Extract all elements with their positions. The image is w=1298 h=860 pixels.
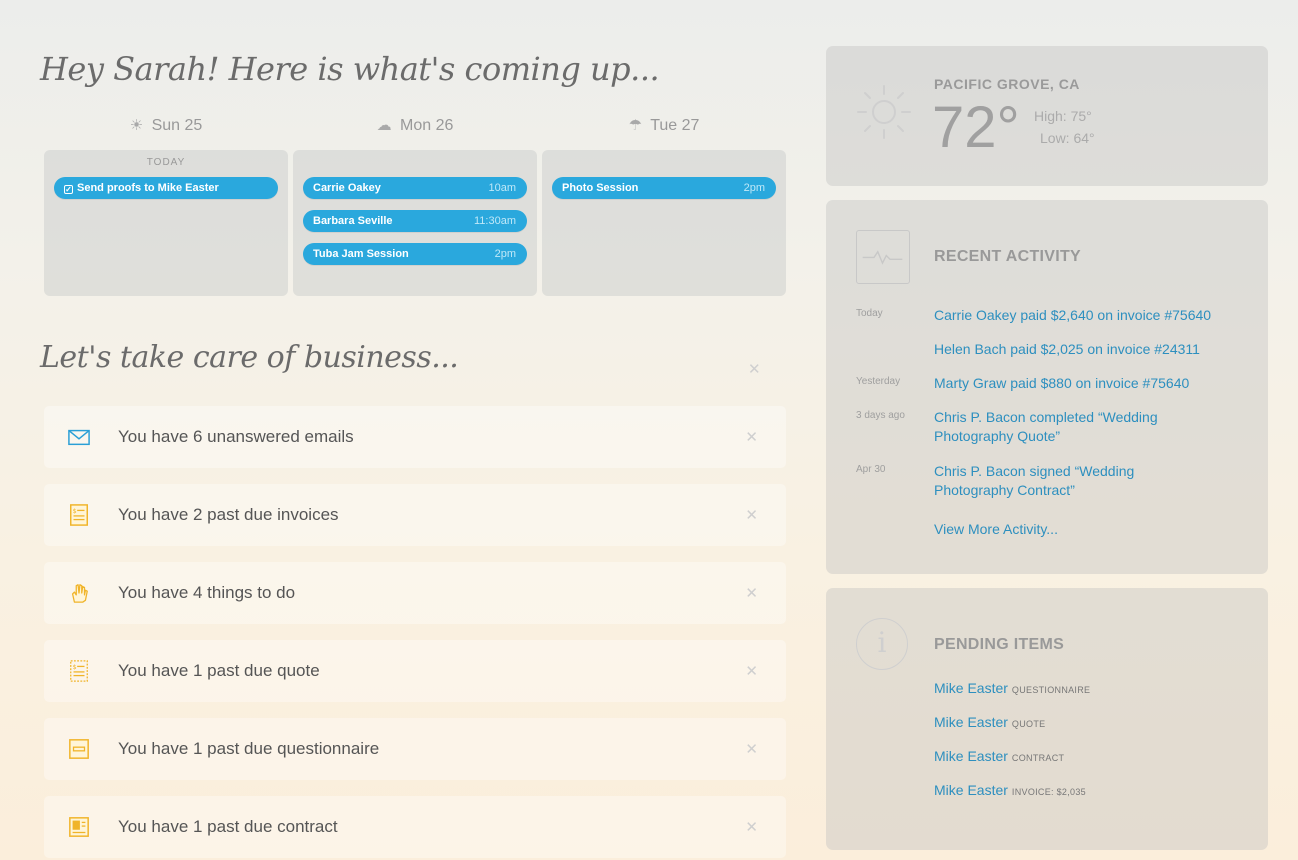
pending-item[interactable]: Mike Easter QUESTIONNAIRE: [934, 680, 1090, 696]
task-item-contract[interactable]: You have 1 past due contract ✕: [44, 796, 786, 858]
activity-link[interactable]: Helen Bach paid $2,025 on invoice #24311: [934, 340, 1254, 359]
day-label: Mon 26: [400, 117, 454, 134]
calendar-day-sun: TODAY ✓ Send proofs to Mike Easter: [44, 150, 288, 296]
task-item-todos[interactable]: You have 4 things to do ✕: [44, 562, 786, 624]
activity-link[interactable]: Marty Graw paid $880 on invoice #75640: [934, 374, 1254, 393]
pulse-icon: [856, 230, 910, 284]
task-item-quote[interactable]: $ You have 1 past due quote ✕: [44, 640, 786, 702]
day-header-sun[interactable]: ☀ Sun 25: [44, 116, 288, 135]
day-label: Tue 27: [650, 117, 700, 134]
day-header-mon[interactable]: ☁ Mon 26: [293, 116, 537, 135]
activity-date: Today: [856, 308, 883, 319]
event-time: 2pm: [743, 182, 765, 194]
weather-temperature: 72°: [932, 95, 1020, 160]
info-icon: i: [856, 618, 908, 670]
close-icon[interactable]: ✕: [748, 360, 761, 378]
event-time: 11:30am: [474, 215, 516, 227]
calendar-day-tue: Photo Session 2pm: [542, 150, 786, 296]
day-header-tue[interactable]: ☂ Tue 27: [542, 116, 786, 135]
calendar-event[interactable]: Carrie Oakey 10am: [303, 177, 527, 199]
task-label: You have 4 things to do: [118, 583, 296, 602]
sun-icon: [857, 85, 911, 139]
pending-name[interactable]: Mike Easter: [934, 748, 1008, 764]
task-item-questionnaire[interactable]: You have 1 past due questionnaire ✕: [44, 718, 786, 780]
task-label: You have 1 past due contract: [118, 817, 338, 836]
calendar-day-mon: Carrie Oakey 10am Barbara Seville 11:30a…: [293, 150, 537, 296]
invoice-icon: $: [70, 504, 88, 526]
activity-date: Yesterday: [856, 376, 901, 387]
weather-panel: PACIFIC GROVE, CA 72° High: 75° Low: 64°: [826, 46, 1268, 186]
cloud-icon: ☁: [376, 117, 392, 134]
calendar-event[interactable]: Tuba Jam Session 2pm: [303, 243, 527, 265]
view-more-activity-link[interactable]: View More Activity...: [934, 520, 1254, 539]
pending-type: QUOTE: [1011, 719, 1046, 729]
task-label: You have 2 past due invoices: [118, 505, 339, 524]
pending-item[interactable]: Mike Easter INVOICE: $2,035: [934, 782, 1086, 798]
activity-date: 3 days ago: [856, 410, 905, 421]
pending-type: QUESTIONNAIRE: [1011, 685, 1091, 695]
calendar-event[interactable]: Photo Session 2pm: [552, 177, 776, 199]
task-item-invoices[interactable]: $ You have 2 past due invoices ✕: [44, 484, 786, 546]
sun-icon: ☀: [129, 117, 144, 134]
rain-icon: ☂: [628, 117, 643, 134]
close-icon[interactable]: ✕: [745, 662, 758, 680]
calendar-day-headers: ☀ Sun 25 ☁ Mon 26 ☂ Tue 27: [44, 116, 786, 140]
quote-icon: $: [70, 660, 88, 682]
task-label: You have 1 past due questionnaire: [118, 739, 380, 758]
event-title: Tuba Jam Session: [313, 248, 409, 260]
pending-title: PENDING ITEMS: [934, 636, 1065, 653]
activity-link[interactable]: Chris P. Bacon signed “Wedding Photograp…: [934, 462, 1194, 500]
pending-items-panel: i PENDING ITEMS Mike Easter QUESTIONNAIRE…: [826, 588, 1268, 850]
close-icon[interactable]: ✕: [745, 428, 758, 446]
business-section-title: Let's take care of business...: [40, 340, 459, 375]
activity-link[interactable]: Chris P. Bacon completed “Wedding Photog…: [934, 408, 1204, 446]
svg-text:$: $: [73, 663, 77, 671]
weather-low: Low: 64°: [1040, 130, 1095, 146]
dashboard: Hey Sarah! Here is what's coming up... ☀…: [0, 0, 1298, 860]
task-label: You have 1 past due quote: [118, 661, 320, 680]
event-time: 10am: [488, 182, 516, 194]
today-label: TODAY: [146, 157, 186, 168]
weather-high: High: 75°: [1034, 108, 1092, 124]
activity-date: Apr 30: [856, 464, 886, 475]
recent-activity-panel: RECENT ACTIVITY Today Carrie Oakey paid …: [826, 200, 1268, 574]
pending-item[interactable]: Mike Easter CONTRACT: [934, 748, 1064, 764]
calendar-event[interactable]: Barbara Seville 11:30am: [303, 210, 527, 232]
contract-icon: [69, 817, 89, 837]
event-title: Send proofs to Mike Easter: [77, 182, 219, 194]
pending-name[interactable]: Mike Easter: [934, 680, 1008, 696]
pending-name[interactable]: Mike Easter: [934, 714, 1008, 730]
svg-text:$: $: [73, 507, 77, 515]
close-icon[interactable]: ✕: [745, 584, 758, 602]
checkbox-icon[interactable]: ✓: [64, 185, 73, 194]
task-item-emails[interactable]: You have 6 unanswered emails ✕: [44, 406, 786, 468]
greeting-title: Hey Sarah! Here is what's coming up...: [40, 50, 660, 88]
task-label: You have 6 unanswered emails: [118, 427, 354, 446]
pending-type: INVOICE: $2,035: [1011, 787, 1086, 797]
event-title: Carrie Oakey: [313, 182, 381, 194]
questionnaire-icon: [69, 739, 89, 759]
activity-title: RECENT ACTIVITY: [934, 248, 1082, 265]
pending-item[interactable]: Mike Easter QUOTE: [934, 714, 1045, 730]
close-icon[interactable]: ✕: [745, 818, 758, 836]
event-title: Barbara Seville: [313, 215, 393, 227]
envelope-icon: [68, 429, 90, 446]
close-icon[interactable]: ✕: [745, 740, 758, 758]
activity-link[interactable]: Carrie Oakey paid $2,640 on invoice #756…: [934, 306, 1254, 325]
calendar-event[interactable]: ✓ Send proofs to Mike Easter: [54, 177, 278, 199]
day-label: Sun 25: [151, 117, 203, 134]
event-time: 2pm: [494, 248, 516, 260]
close-icon[interactable]: ✕: [745, 506, 758, 524]
event-title: Photo Session: [562, 182, 639, 194]
weather-city: PACIFIC GROVE, CA: [934, 76, 1080, 92]
pending-name[interactable]: Mike Easter: [934, 782, 1008, 798]
hand-icon: [71, 584, 88, 603]
pending-type: CONTRACT: [1011, 753, 1065, 763]
